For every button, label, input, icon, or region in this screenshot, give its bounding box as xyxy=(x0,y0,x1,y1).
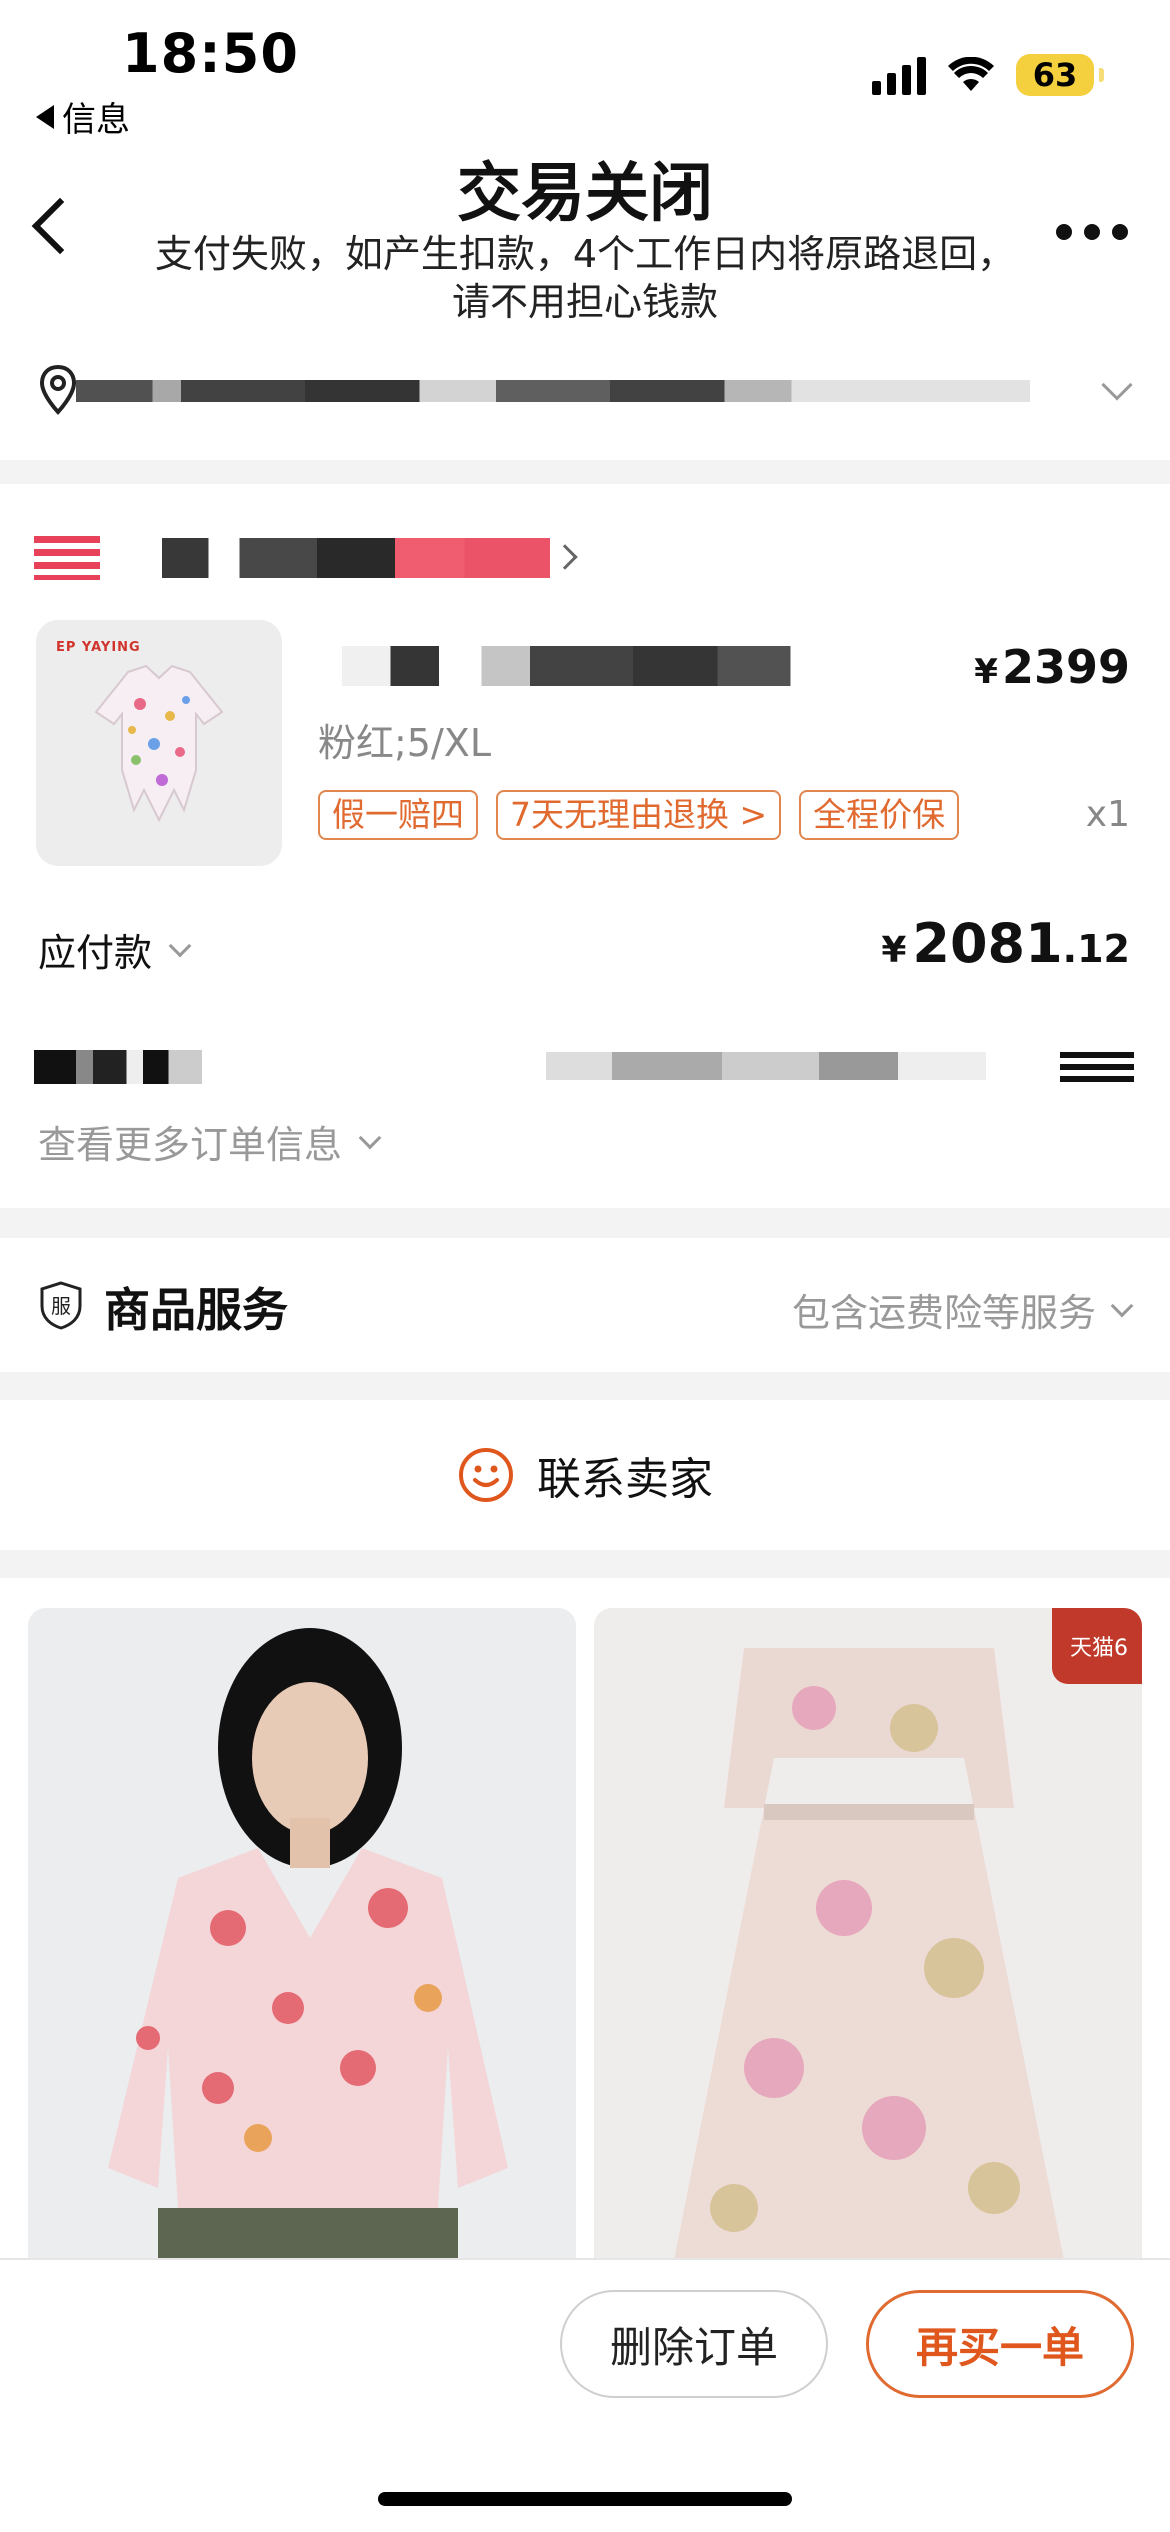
divider xyxy=(0,1208,1170,1238)
chevron-down-icon xyxy=(358,1126,382,1149)
signal-icon xyxy=(872,55,926,95)
chevron-down-icon xyxy=(1110,1294,1134,1317)
order-status-message: 支付失败，如产生扣款，4个工作日内将原路退回，请不用担心钱款 xyxy=(154,232,1016,324)
more-order-info-label: 查看更多订单信息 xyxy=(38,1123,343,1167)
service-tags: 假一赔四 7天无理由退换 > 全程价保 xyxy=(318,790,960,840)
tag-7day-return[interactable]: 7天无理由退换 > xyxy=(496,790,782,840)
address-redacted xyxy=(76,370,1030,410)
page-title: 交易关闭 xyxy=(457,157,713,231)
battery-icon: 63 xyxy=(1016,54,1104,96)
product-quantity: x1 xyxy=(1085,794,1130,835)
divider xyxy=(0,460,1170,484)
bottom-action-bar: 删除订单 再买一单 xyxy=(0,2258,1170,2532)
service-summary: 包含运费险等服务 xyxy=(791,1291,1096,1335)
smiley-chat-icon xyxy=(459,1448,513,1502)
product-sku: 粉红;5/XL xyxy=(318,721,491,765)
home-indicator[interactable] xyxy=(378,2492,792,2506)
product-thumbnail[interactable]: EP YAYING xyxy=(36,620,282,866)
chevron-down-icon[interactable] xyxy=(1101,369,1133,401)
back-triangle-icon xyxy=(36,104,54,129)
chevron-right-icon[interactable] xyxy=(552,544,578,570)
address-row[interactable] xyxy=(0,350,1170,460)
payable-amount: ¥2081.12 xyxy=(881,912,1130,975)
divider xyxy=(0,1372,1170,1400)
shop-name-redacted[interactable] xyxy=(162,538,550,578)
recommend-product-card[interactable] xyxy=(28,1608,576,2260)
order-number-redacted xyxy=(546,1052,986,1080)
back-to-app-link[interactable]: 信息 xyxy=(36,92,130,141)
model-floral-dress-image xyxy=(594,1608,1142,2260)
svg-text:服: 服 xyxy=(51,1294,71,1318)
wifi-icon xyxy=(948,57,994,91)
shop-logo xyxy=(34,536,100,580)
service-title: 商品服务 xyxy=(104,1283,288,1337)
divider xyxy=(0,1550,1170,1578)
location-pin-icon xyxy=(39,364,77,415)
payable-toggle[interactable]: 应付款 xyxy=(38,922,192,977)
service-summary-toggle[interactable]: 包含运费险等服务 xyxy=(791,1282,1134,1337)
product-price: ¥2399 xyxy=(974,640,1130,694)
chevron-down-icon xyxy=(168,934,192,957)
shield-service-icon: 服 xyxy=(40,1281,82,1330)
delete-order-button[interactable]: 删除订单 xyxy=(560,2290,828,2398)
status-time: 18:50 xyxy=(122,22,299,85)
contact-seller-button[interactable]: 联系卖家 xyxy=(0,1400,1170,1550)
copy-order-number-redacted[interactable] xyxy=(1060,1052,1134,1086)
tag-price-protection[interactable]: 全程价保 xyxy=(799,790,960,840)
more-order-info-toggle[interactable]: 查看更多订单信息 xyxy=(38,1114,382,1169)
contact-seller-label: 联系卖家 xyxy=(537,1454,713,1505)
blouse-image xyxy=(94,664,224,823)
back-app-label: 信息 xyxy=(62,100,130,140)
tmall-promo-badge: 天猫6 xyxy=(1052,1608,1142,1684)
buy-again-button[interactable]: 再买一单 xyxy=(866,2290,1134,2398)
product-title-redacted[interactable] xyxy=(342,646,948,686)
status-icons: 63 xyxy=(872,54,1104,96)
model-floral-blouse-image xyxy=(28,1608,576,2260)
payable-label: 应付款 xyxy=(38,931,153,975)
more-options-icon[interactable] xyxy=(1056,224,1128,240)
order-number-label-redacted xyxy=(34,1050,202,1084)
tag-fake-compensation[interactable]: 假一赔四 xyxy=(318,790,478,840)
recommend-product-card[interactable]: 天猫6 xyxy=(594,1608,1142,2260)
